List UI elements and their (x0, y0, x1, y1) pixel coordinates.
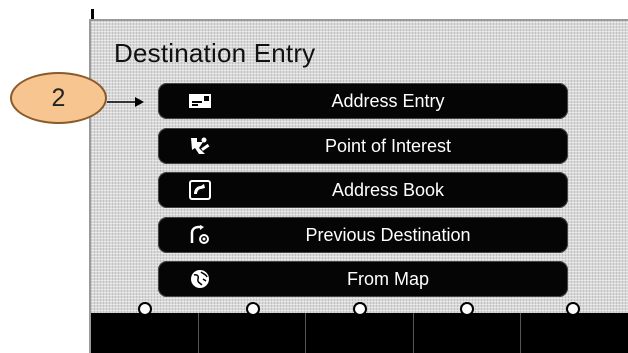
from-map-label: From Map (346, 269, 429, 289)
soft-key-knob-5 (566, 302, 580, 316)
address-book-icon (188, 180, 212, 200)
address-entry-icon (188, 91, 212, 111)
previous-destination-icon (188, 225, 212, 245)
point-of-interest-label: Point of Interest (324, 136, 452, 156)
soft-key-5[interactable] (521, 313, 628, 353)
point-of-interest-icon (188, 136, 212, 156)
address-entry-button[interactable]: Address Entry (158, 83, 568, 119)
soft-key-2[interactable] (199, 313, 307, 353)
soft-key-knob-2 (246, 302, 260, 316)
globe-icon (188, 269, 212, 289)
address-book-label: Address Book (331, 180, 445, 200)
previous-destination-label: Previous Destination (305, 225, 471, 245)
callout-bubble: 2 (10, 72, 107, 124)
soft-key-4[interactable] (414, 313, 522, 353)
soft-key-knob-4 (460, 302, 474, 316)
soft-key-knob-1 (138, 302, 152, 316)
previous-destination-button[interactable]: Previous Destination (158, 217, 568, 253)
soft-key-knob-3 (353, 302, 367, 316)
callout-number: 2 (51, 83, 66, 112)
soft-key-3[interactable] (306, 313, 414, 353)
soft-key-1[interactable] (91, 313, 199, 353)
address-entry-label: Address Entry (331, 91, 445, 111)
page-title: Destination Entry (114, 38, 316, 68)
callout-arrow-icon (107, 97, 144, 107)
soft-key-bar (91, 313, 628, 353)
from-map-button[interactable]: From Map (158, 261, 568, 297)
point-of-interest-button[interactable]: Point of Interest (158, 128, 568, 164)
address-book-button[interactable]: Address Book (158, 172, 568, 208)
